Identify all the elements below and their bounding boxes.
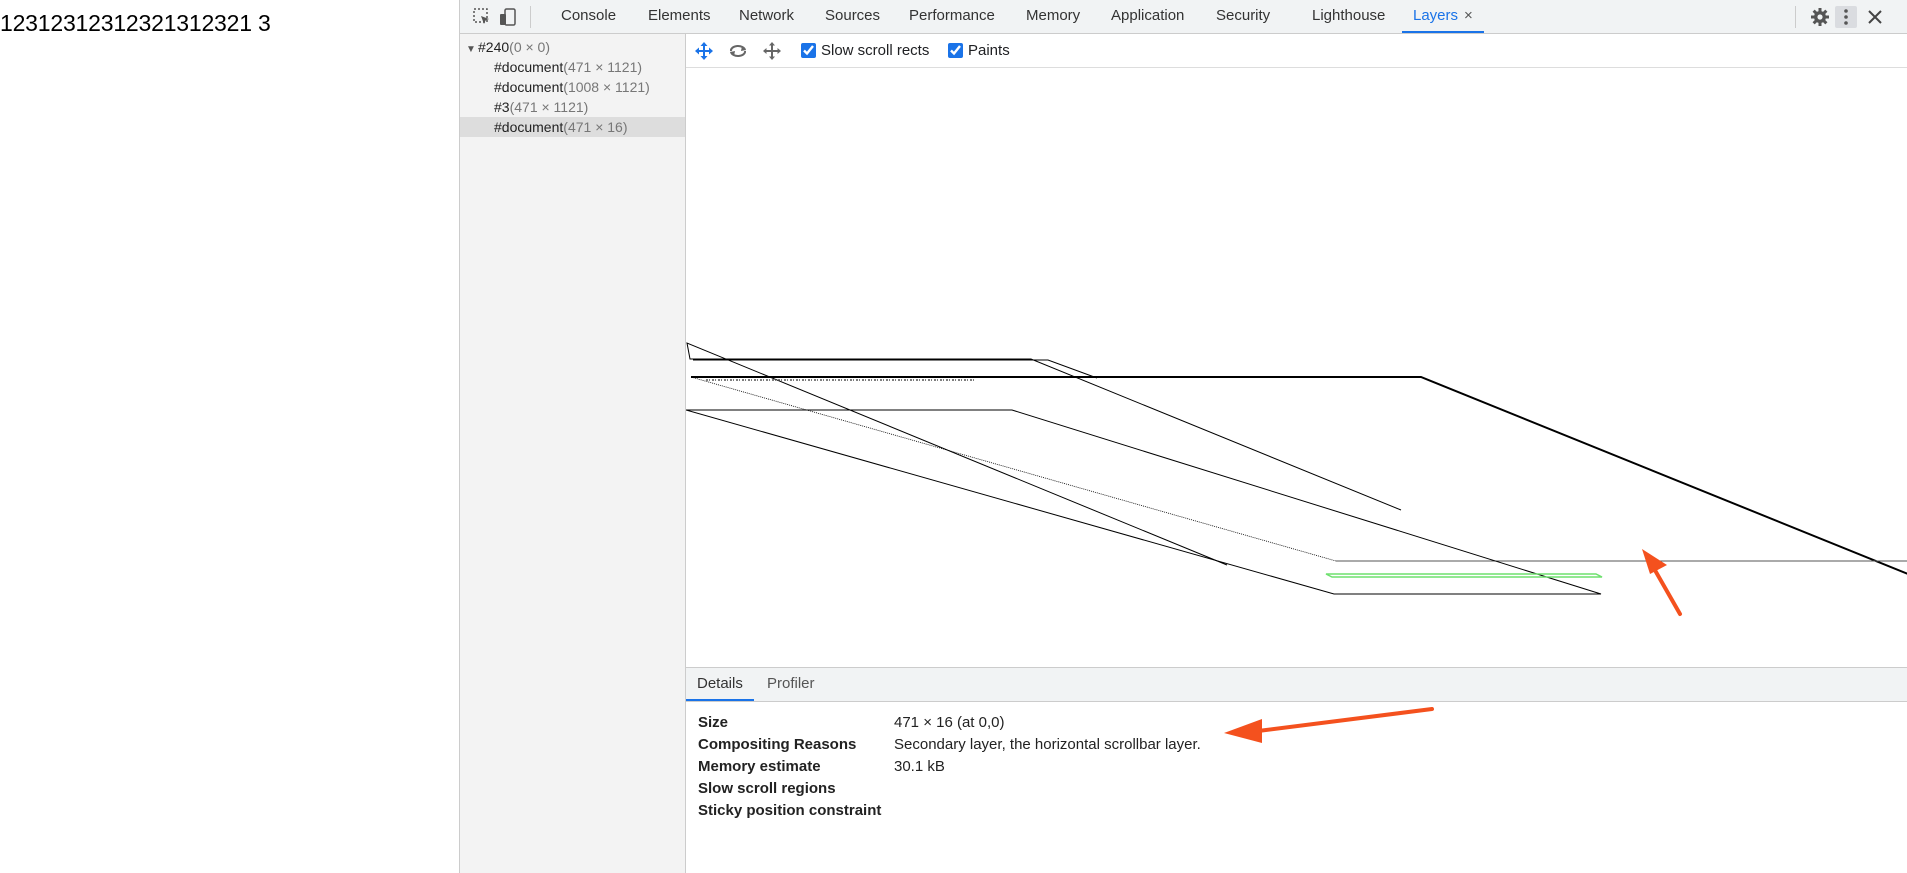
tab-memory[interactable]: Memory [1026,0,1080,33]
settings-icon[interactable] [1809,6,1831,28]
rotate-mode-icon[interactable] [728,41,748,61]
layers-toolbar: Slow scroll rects Paints [686,34,1907,68]
tab-close-icon[interactable]: × [1464,7,1473,24]
reset-transform-icon[interactable] [762,41,782,61]
layer-plane-document-large [690,376,1907,575]
layer-tree: ▼ #240(0 × 0) #document(471 × 1121) #docu… [460,34,686,873]
details-pane: Details Profiler Size 471 × 16 (at 0,0) … [686,667,1907,873]
tab-console[interactable]: Console [561,0,616,33]
devtools-panel: Console Elements Network Sources Perform… [459,0,1907,873]
layers-3d-canvas[interactable] [686,68,1907,667]
tab-application[interactable]: Application [1111,0,1184,33]
tab-layers[interactable]: Layers × [1402,0,1484,33]
layer-tree-item[interactable]: ▼ #240(0 × 0) [460,37,685,57]
tab-network[interactable]: Network [739,0,794,33]
page-body-text: 12312312312321312321 3 [0,10,271,36]
layer-tree-item-selected[interactable]: #document(471 × 16) [460,117,685,137]
kebab-menu-icon[interactable] [1835,6,1857,28]
close-icon[interactable] [1864,6,1886,28]
toolbar-divider [1795,6,1796,28]
tab-elements[interactable]: Elements [648,0,711,33]
layers-3d-viewer: Slow scroll rects Paints [686,34,1907,667]
pan-mode-icon[interactable] [694,41,714,61]
tab-layers-label: Layers [1413,7,1459,24]
tab-profiler[interactable]: Profiler [767,668,815,701]
device-toolbar-icon[interactable] [497,6,519,28]
tab-details[interactable]: Details [686,668,754,701]
paints-checkbox[interactable]: Paints [948,42,1010,59]
layer-plane-top [693,359,1098,379]
paints-input[interactable] [948,43,963,58]
layer-tree-item[interactable]: #document(471 × 1121) [460,57,685,77]
inspect-element-icon[interactable] [471,6,493,28]
layer-tree-item[interactable]: #document(1008 × 1121) [460,77,685,97]
tab-performance[interactable]: Performance [909,0,995,33]
toolbar-divider [530,6,531,28]
tab-security[interactable]: Security [1216,0,1270,33]
tab-sources[interactable]: Sources [825,0,880,33]
details-tabbar: Details Profiler [686,668,1907,702]
layer-scrollbar-selected [1325,573,1603,578]
slow-scroll-rects-checkbox[interactable]: Slow scroll rects [801,42,929,59]
devtools-tabbar: Console Elements Network Sources Perform… [460,0,1907,34]
layer-plane-document-471 [686,409,1602,595]
layer-tree-item[interactable]: #3(471 × 1121) [460,97,685,117]
slow-scroll-rects-input[interactable] [801,43,816,58]
tab-lighthouse[interactable]: Lighthouse [1312,0,1385,33]
